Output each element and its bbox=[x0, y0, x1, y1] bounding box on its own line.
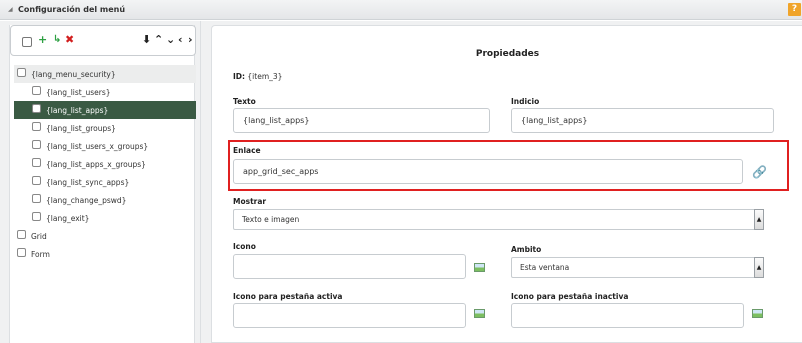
move-down-icon[interactable]: ⌄ bbox=[166, 33, 175, 47]
ambito-dropdown-icon[interactable]: ▲ bbox=[754, 257, 764, 278]
mostrar-label: Mostrar bbox=[233, 197, 267, 206]
indent-right-icon[interactable]: › bbox=[188, 33, 193, 47]
link-icon[interactable]: 🔗 bbox=[752, 166, 767, 178]
icono-inactiva-image-picker-icon[interactable] bbox=[752, 309, 763, 318]
menu-tree: {lang_menu_security} {lang_list_users} {la… bbox=[14, 65, 196, 263]
ambito-select[interactable]: Esta ventana ▲ bbox=[511, 257, 764, 278]
tree-item[interactable]: {lang_exit} bbox=[14, 209, 196, 227]
enlace-label: Enlace bbox=[233, 146, 261, 155]
window-title: Configuración del menú bbox=[18, 5, 126, 14]
icono-activa-input[interactable] bbox=[233, 303, 466, 328]
tree-item[interactable]: Form bbox=[14, 245, 196, 263]
add-item-icon[interactable]: + bbox=[38, 33, 47, 47]
download-icon[interactable]: ⬇ bbox=[142, 33, 151, 47]
tree-toolbar: + ↳ ✖ ⬇ ⌃ ⌄ ‹ › bbox=[10, 25, 196, 56]
tree-item-label: {lang_list_users_x_groups} bbox=[46, 142, 149, 151]
tree-item[interactable]: Grid bbox=[14, 227, 196, 245]
tree-item-label: Grid bbox=[31, 232, 47, 241]
tree-item-checkbox[interactable] bbox=[32, 86, 41, 95]
tree-item-label: {lang_change_pswd} bbox=[46, 196, 127, 205]
tree-item[interactable]: {lang_list_users} bbox=[14, 83, 196, 101]
tree-item-label: {lang_list_apps_x_groups} bbox=[46, 160, 146, 169]
texto-label: Texto bbox=[233, 97, 256, 106]
icono-activa-label: Icono para pestaña activa bbox=[233, 292, 343, 301]
icono-inactiva-label: Icono para pestaña inactiva bbox=[511, 292, 629, 301]
icono-image-picker-icon[interactable] bbox=[474, 263, 485, 272]
properties-title: Propiedades bbox=[475, 49, 540, 59]
tree-item-label: Form bbox=[31, 250, 50, 259]
item-id: ID: {item_3} bbox=[233, 72, 282, 81]
tree-item[interactable]: {lang_list_sync_apps} bbox=[14, 173, 196, 191]
tree-item-label: {lang_menu_security} bbox=[31, 70, 116, 79]
tree-item[interactable]: {lang_list_groups} bbox=[14, 119, 196, 137]
icono-input[interactable] bbox=[233, 254, 466, 279]
mostrar-value: Texto e imagen bbox=[242, 215, 300, 224]
tree-item-label: {lang_list_users} bbox=[46, 88, 111, 97]
tree-item[interactable]: {lang_menu_security} bbox=[14, 65, 196, 83]
tree-item[interactable]: {lang_list_apps} bbox=[14, 101, 196, 119]
tree-item-checkbox[interactable] bbox=[17, 68, 26, 77]
tree-item-label: {lang_list_sync_apps} bbox=[46, 178, 130, 187]
properties-panel: Propiedades ID: {item_3} Texto {lang_lis… bbox=[211, 25, 802, 343]
tree-item-label: {lang_list_apps} bbox=[46, 106, 109, 115]
icono-inactiva-input[interactable] bbox=[511, 303, 744, 328]
tree-item-checkbox[interactable] bbox=[32, 194, 41, 203]
tree-item-checkbox[interactable] bbox=[32, 212, 41, 221]
tree-item-checkbox[interactable] bbox=[32, 122, 41, 131]
panel-divider[interactable] bbox=[200, 21, 201, 343]
tree-item[interactable]: {lang_list_apps_x_groups} bbox=[14, 155, 196, 173]
tree-item-checkbox[interactable] bbox=[32, 176, 41, 185]
menu-tree-panel: + ↳ ✖ ⬇ ⌃ ⌄ ‹ › {lang_menu_security} {lan… bbox=[9, 25, 196, 343]
tree-item-checkbox[interactable] bbox=[17, 248, 26, 257]
ambito-label: Ambito bbox=[511, 245, 542, 254]
tree-item-label: {lang_exit} bbox=[46, 214, 90, 223]
item-id-value: {item_3} bbox=[247, 72, 283, 81]
delete-icon[interactable]: ✖ bbox=[65, 33, 74, 47]
ambito-value: Esta ventana bbox=[520, 263, 570, 272]
icono-activa-image-picker-icon[interactable] bbox=[474, 309, 485, 318]
help-button[interactable]: ? bbox=[788, 3, 801, 16]
title-bar: ◢ Configuración del menú ? bbox=[0, 0, 802, 20]
tree-item-checkbox[interactable] bbox=[17, 230, 26, 239]
mostrar-select[interactable]: Texto e imagen ▲ bbox=[233, 209, 764, 230]
icono-label: Icono bbox=[233, 242, 256, 251]
indicio-input[interactable]: {lang_list_apps} bbox=[511, 108, 774, 133]
indicio-label: Indicio bbox=[511, 97, 540, 106]
add-subitem-icon[interactable]: ↳ bbox=[53, 33, 61, 47]
texto-input[interactable]: {lang_list_apps} bbox=[233, 108, 490, 133]
tree-item-checkbox[interactable] bbox=[32, 140, 41, 149]
mostrar-dropdown-icon[interactable]: ▲ bbox=[754, 209, 764, 230]
enlace-input[interactable]: app_grid_sec_apps bbox=[233, 159, 743, 184]
select-all-checkbox[interactable] bbox=[22, 37, 32, 47]
workspace: + ↳ ✖ ⬇ ⌃ ⌄ ‹ › {lang_menu_security} {lan… bbox=[0, 21, 802, 343]
collapse-triangle-icon[interactable]: ◢ bbox=[8, 6, 13, 13]
move-up-icon[interactable]: ⌃ bbox=[154, 33, 163, 47]
tree-item-checkbox[interactable] bbox=[32, 158, 41, 167]
tree-item-label: {lang_list_groups} bbox=[46, 124, 116, 133]
outdent-icon[interactable]: ‹ bbox=[178, 33, 183, 47]
item-id-label: ID: bbox=[233, 72, 246, 81]
tree-item-checkbox[interactable] bbox=[32, 104, 41, 113]
tree-item[interactable]: {lang_change_pswd} bbox=[14, 191, 196, 209]
tree-item[interactable]: {lang_list_users_x_groups} bbox=[14, 137, 196, 155]
